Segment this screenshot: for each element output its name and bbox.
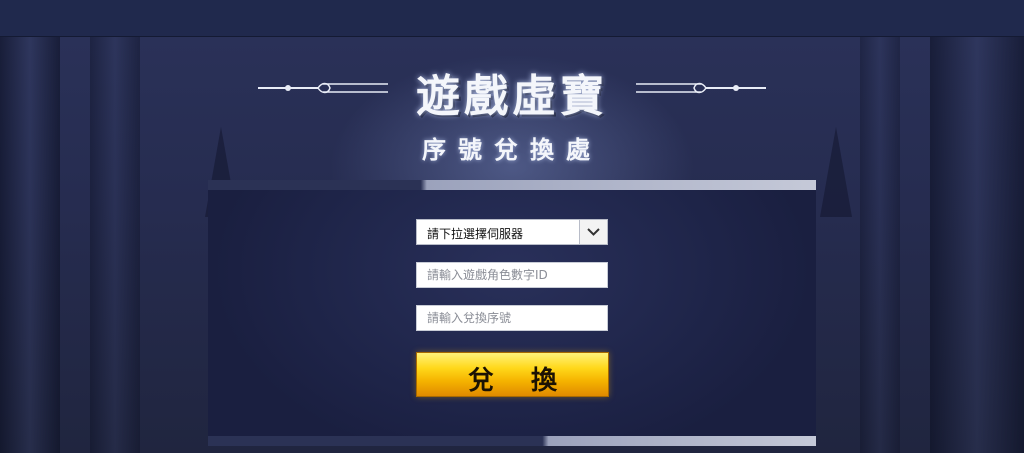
- panel-bottom-border: [208, 436, 816, 446]
- pillar-decoration: [930, 37, 1024, 453]
- page-header: 遊戲虛寶 序號兌換處: [256, 60, 768, 170]
- redeem-button[interactable]: 兌 換: [416, 352, 609, 397]
- dropdown-button[interactable]: [579, 220, 607, 244]
- chevron-down-icon: [587, 228, 600, 236]
- pillar-decoration: [860, 37, 900, 453]
- role-id-input[interactable]: [416, 262, 608, 288]
- flourish-ornament-icon: [636, 82, 766, 94]
- top-bar: [0, 0, 1024, 37]
- pillar-decoration: [90, 37, 140, 453]
- server-select-value: 請下拉選擇伺服器: [427, 227, 524, 241]
- panel-top-border: [208, 180, 816, 190]
- serial-code-input[interactable]: [416, 305, 608, 331]
- server-select[interactable]: 請下拉選擇伺服器: [416, 219, 608, 245]
- page-subtitle: 序號兌換處: [422, 135, 602, 164]
- redeem-button-label: 兌 換: [467, 366, 572, 396]
- spire-decoration: [820, 127, 852, 217]
- pillar-decoration: [0, 37, 60, 453]
